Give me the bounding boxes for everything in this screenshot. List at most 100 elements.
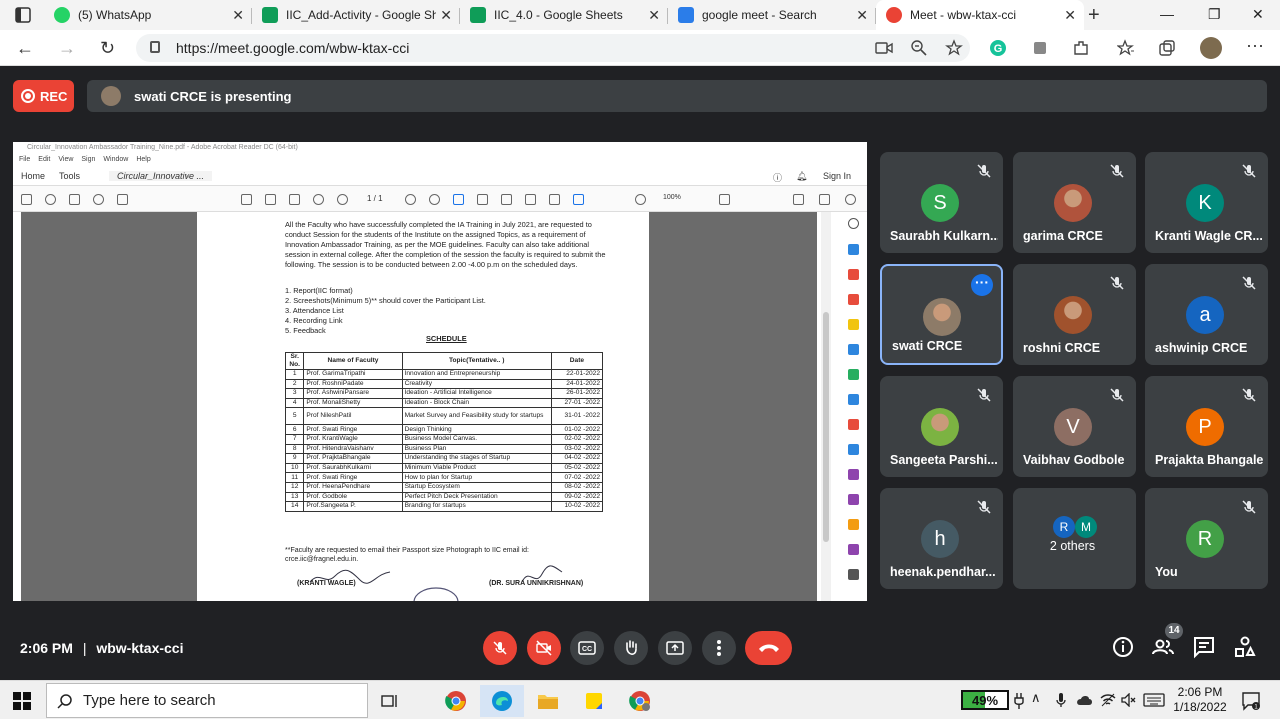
page-icon[interactable] bbox=[477, 194, 488, 205]
pdf-menu-item[interactable]: File bbox=[19, 156, 30, 163]
send-sign-icon[interactable] bbox=[848, 519, 859, 530]
page-indicator[interactable]: 1 / 1 bbox=[367, 194, 383, 203]
organize-icon[interactable] bbox=[848, 344, 859, 355]
reading-mode-icon[interactable] bbox=[573, 194, 584, 205]
present-now-button[interactable] bbox=[658, 631, 692, 665]
create-icon[interactable] bbox=[21, 194, 32, 205]
fit-page-icon[interactable] bbox=[453, 194, 464, 205]
search-icon[interactable] bbox=[93, 194, 104, 205]
edge-app[interactable] bbox=[480, 685, 524, 717]
participant-tile[interactable]: roshni CRCE bbox=[1013, 264, 1136, 365]
activities-icon[interactable] bbox=[1233, 635, 1257, 659]
pdf-menu-item[interactable]: Window bbox=[103, 156, 128, 163]
task-view-button[interactable] bbox=[368, 685, 412, 717]
browser-tab[interactable]: IIC_Add-Activity - Google She ✕ bbox=[252, 0, 460, 30]
pdf-menu-item[interactable]: Edit bbox=[38, 156, 50, 163]
favorites-icon[interactable] bbox=[1117, 39, 1135, 57]
taskbar-search-box[interactable]: Type here to search bbox=[46, 683, 368, 718]
pdf-doc-tab[interactable]: Circular_Innovative ... bbox=[109, 171, 213, 181]
volume-muted-icon[interactable] bbox=[1121, 693, 1137, 707]
close-window-button[interactable]: ✕ bbox=[1252, 6, 1264, 23]
scroll-mode-icon[interactable] bbox=[501, 194, 512, 205]
participant-tile[interactable]: a ashwinip CRCE bbox=[1145, 264, 1268, 365]
settings-more-button[interactable]: ··· bbox=[1246, 35, 1264, 56]
file-explorer-app[interactable] bbox=[526, 685, 570, 717]
pdf-home-tab[interactable]: Home bbox=[21, 171, 45, 181]
notifications-icon[interactable]: 1 bbox=[1241, 691, 1261, 711]
raise-hand-button[interactable] bbox=[614, 631, 648, 665]
mail-icon[interactable] bbox=[819, 194, 830, 205]
browser-tab[interactable]: Meet - wbw-ktax-cci ✕ bbox=[876, 0, 1084, 30]
pdf-menu-item[interactable]: Help bbox=[136, 156, 150, 163]
fill-sign-icon[interactable] bbox=[848, 494, 859, 505]
address-bar[interactable]: https://meet.google.com/wbw-ktax-cci bbox=[136, 34, 970, 62]
bell-icon[interactable]: 🔔︎ bbox=[796, 171, 807, 182]
edit-pdf-icon[interactable] bbox=[848, 294, 859, 305]
meeting-info-icon[interactable] bbox=[1111, 635, 1135, 659]
screen-icon[interactable] bbox=[549, 194, 560, 205]
participant-tile[interactable]: V Vaibhav Godbole bbox=[1013, 376, 1136, 477]
compress-icon[interactable] bbox=[848, 369, 859, 380]
create-pdf-icon[interactable] bbox=[848, 269, 859, 280]
comment-tool-icon[interactable] bbox=[848, 319, 859, 330]
forward-button[interactable]: → bbox=[58, 38, 76, 59]
account-icon[interactable] bbox=[845, 194, 856, 205]
participant-tile[interactable]: RM2 others bbox=[1013, 488, 1136, 589]
next-page-icon[interactable] bbox=[337, 194, 348, 205]
back-button[interactable]: ← bbox=[16, 38, 34, 59]
help-icon[interactable]: ⓘ bbox=[773, 171, 782, 184]
cursor-icon[interactable] bbox=[611, 194, 622, 205]
upload-icon[interactable] bbox=[45, 194, 56, 205]
rotate-left-icon[interactable] bbox=[405, 194, 416, 205]
browser-tab[interactable]: google meet - Search ✕ bbox=[668, 0, 876, 30]
tab-actions-icon[interactable] bbox=[10, 6, 36, 24]
chrome-app[interactable] bbox=[434, 685, 478, 717]
close-tab-icon[interactable]: ✕ bbox=[648, 7, 660, 24]
browser-tab[interactable]: IIC_4.0 - Google Sheets ✕ bbox=[460, 0, 668, 30]
print-icon[interactable] bbox=[69, 194, 80, 205]
pdf-scrollbar[interactable] bbox=[821, 212, 831, 601]
zoom-level[interactable]: 100% bbox=[663, 194, 681, 201]
windows-start-icon[interactable] bbox=[13, 692, 31, 710]
minimize-button[interactable]: — bbox=[1160, 6, 1174, 22]
pdf-menu-item[interactable]: Sign bbox=[81, 156, 95, 163]
browser-tab[interactable]: (5) WhatsApp ✕ bbox=[44, 0, 252, 30]
new-tab-button[interactable]: + bbox=[1088, 4, 1100, 27]
extensions-puzzle-icon[interactable] bbox=[1072, 39, 1090, 57]
battery-indicator[interactable]: 49% bbox=[961, 690, 1009, 710]
camera-off-button[interactable] bbox=[527, 631, 561, 665]
hand-icon[interactable] bbox=[635, 194, 646, 205]
comment-icon[interactable] bbox=[719, 194, 730, 205]
participant-tile[interactable]: R You bbox=[1145, 488, 1268, 589]
close-tab-icon[interactable]: ✕ bbox=[232, 7, 244, 24]
microphone-icon[interactable] bbox=[1055, 692, 1067, 708]
certificate-icon[interactable] bbox=[848, 544, 859, 555]
redact-icon[interactable] bbox=[848, 419, 859, 430]
camera-icon[interactable] bbox=[875, 39, 893, 57]
more-options-button[interactable] bbox=[702, 631, 736, 665]
participant-tile[interactable]: garima CRCE bbox=[1013, 152, 1136, 253]
extension-icon[interactable] bbox=[1031, 39, 1049, 57]
tile-more-options-icon[interactable]: ··· bbox=[971, 274, 993, 296]
maximize-button[interactable]: ❐ bbox=[1208, 6, 1221, 23]
image-icon[interactable] bbox=[265, 194, 276, 205]
rotate-right-icon[interactable] bbox=[429, 194, 440, 205]
close-tab-icon[interactable]: ✕ bbox=[1064, 7, 1076, 24]
wifi-icon[interactable] bbox=[1100, 693, 1116, 707]
pdf-tools-tab[interactable]: Tools bbox=[59, 171, 80, 181]
leave-call-button[interactable] bbox=[745, 631, 792, 665]
zoom-icon[interactable] bbox=[910, 39, 928, 57]
cloud-icon[interactable] bbox=[1076, 694, 1094, 706]
participant-tile[interactable]: Sangeeta Parshi... bbox=[880, 376, 1003, 477]
participant-tile[interactable]: K Kranti Wagle CR... bbox=[1145, 152, 1268, 253]
two-page-icon[interactable] bbox=[525, 194, 536, 205]
close-tab-icon[interactable]: ✕ bbox=[440, 7, 452, 24]
zoom-in-icon[interactable] bbox=[848, 218, 859, 229]
show-hidden-icons[interactable]: ∧ bbox=[1031, 690, 1041, 706]
participant-tile[interactable]: S Saurabh Kulkarn... bbox=[880, 152, 1003, 253]
close-tab-icon[interactable]: ✕ bbox=[856, 7, 868, 24]
chat-icon[interactable] bbox=[1192, 635, 1216, 659]
system-clock[interactable]: 2:06 PM 1/18/2022 bbox=[1170, 685, 1230, 715]
collections-icon[interactable] bbox=[1158, 39, 1176, 57]
grammarly-icon[interactable]: G bbox=[989, 39, 1007, 57]
